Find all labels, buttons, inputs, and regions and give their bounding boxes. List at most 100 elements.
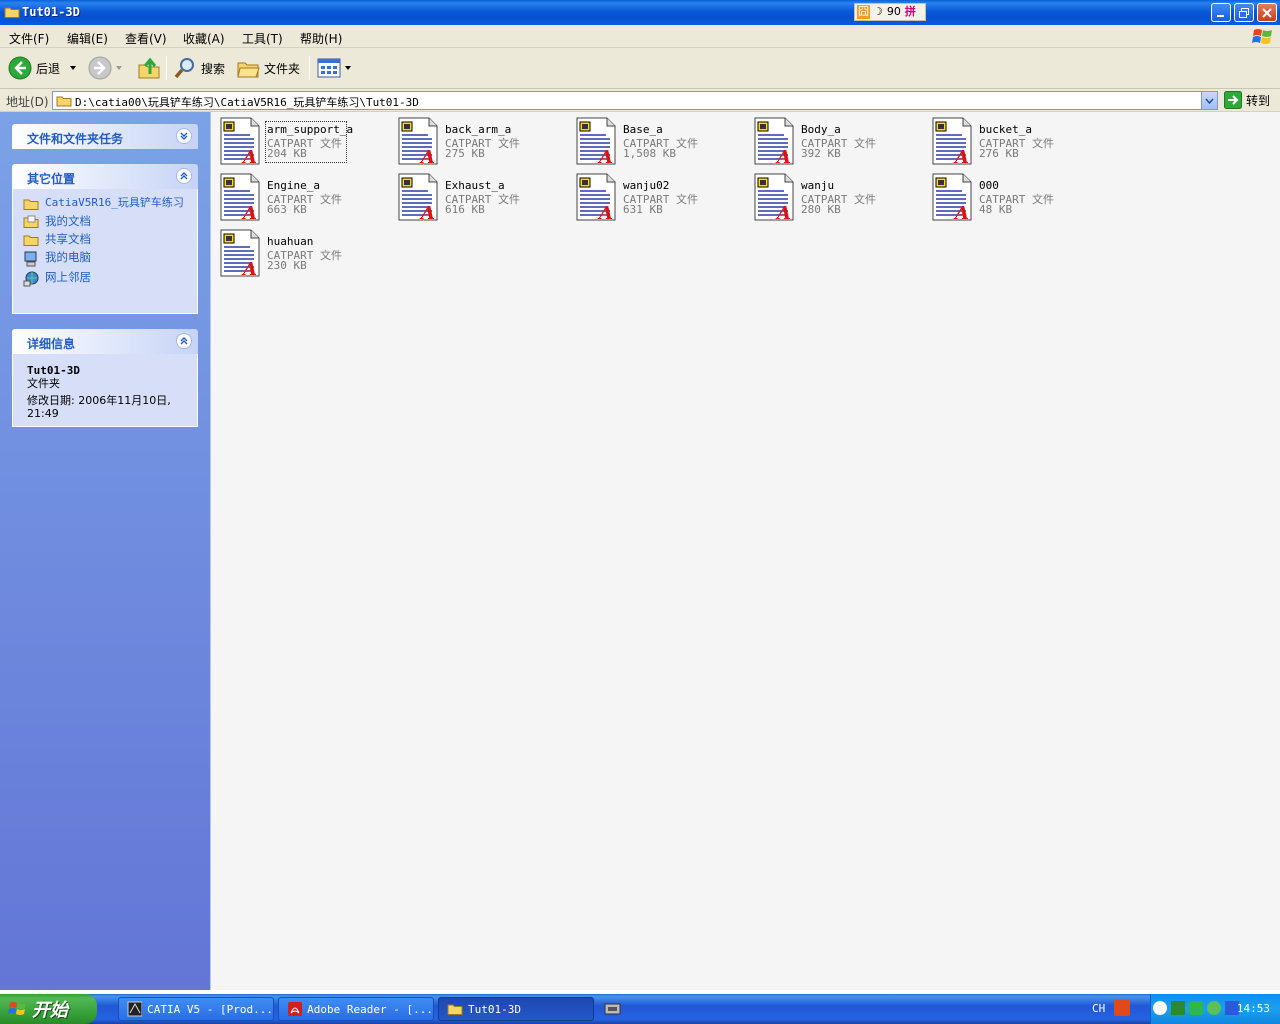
go-button[interactable]: 转到	[1224, 91, 1270, 109]
address-bar: 地址(D) D:\catia00\玩具铲车练习\CatiaV5R16_玩具铲车练…	[0, 89, 1280, 112]
restore-button[interactable]	[1234, 3, 1254, 22]
other-places-panel: 其它位置 CatiaV5R16_玩具铲车练习 我的文档 共享文档 我的电脑 网上…	[12, 164, 198, 314]
details-header[interactable]: 详细信息	[12, 329, 198, 354]
tray-messenger-icon[interactable]	[1207, 1001, 1221, 1015]
file-item[interactable]: Aarm_support_a CATPART 文件 204 KB	[219, 117, 389, 169]
up-folder-button[interactable]	[137, 54, 161, 82]
toolbar-separator	[166, 56, 167, 80]
file-list-view[interactable]: Aarm_support_a CATPART 文件 204 KB Aback_arm_…	[210, 112, 1280, 990]
input-language-indicator[interactable]: CH	[1092, 1002, 1105, 1015]
svg-text:A: A	[775, 147, 791, 165]
quick-launch-icon[interactable]	[604, 1001, 622, 1020]
file-tasks-header[interactable]: 文件和文件夹任务	[12, 124, 198, 149]
file-item[interactable]: Aback_arm_a CATPART 文件 275 KB	[397, 117, 567, 169]
close-button[interactable]	[1257, 3, 1277, 22]
ime-width-icon[interactable]: ☽	[872, 5, 884, 19]
file-size: 230 KB	[267, 259, 307, 272]
ime-mode-icon[interactable]: 囧	[857, 5, 870, 19]
views-button[interactable]	[317, 54, 351, 82]
catpart-file-icon: A	[397, 173, 439, 224]
taskbar-item-label: Adobe Reader - [...	[307, 1002, 433, 1016]
start-button[interactable]: 开始	[0, 994, 97, 1024]
taskbar-item-catia[interactable]: CATIA V5 - [Prod...	[118, 997, 274, 1021]
details-title: 详细信息	[27, 337, 76, 351]
my-documents-icon	[23, 215, 39, 228]
svg-text:A: A	[241, 203, 257, 221]
file-item[interactable]: A Base_a CATPART 文件 1,508 KB	[575, 117, 745, 169]
address-dropdown-button[interactable]	[1201, 92, 1217, 109]
file-item[interactable]: Ahuahuan CATPART 文件 230 KB	[219, 229, 389, 281]
windows-flag-icon	[8, 1002, 26, 1015]
file-item[interactable]: A Body_a CATPART 文件 392 KB	[753, 117, 923, 169]
ime-pinyin-icon[interactable]: 拼	[904, 5, 917, 19]
details-body: Tut01-3D 文件夹 修改日期: 2006年11月10日, 21:49	[12, 354, 198, 427]
menu-view[interactable]: 查看(V)	[125, 30, 167, 47]
folder-icon	[447, 1004, 463, 1015]
ime-status-bar[interactable]: 囧 ☽ 90 拼	[854, 3, 926, 21]
place-label: CatiaV5R16_玩具铲车练习	[45, 196, 184, 209]
views-dropdown-icon[interactable]	[345, 66, 351, 70]
file-item[interactable]: Awanju02 CATPART 文件 631 KB	[575, 173, 745, 225]
catpart-file-icon: A	[575, 173, 617, 224]
tray-security-icon[interactable]	[1189, 1001, 1203, 1015]
collapse-icon[interactable]	[176, 333, 192, 349]
shared-folder-icon	[23, 235, 39, 246]
file-item[interactable]: Abucket_a CATPART 文件 276 KB	[931, 117, 1101, 169]
start-label: 开始	[32, 1000, 68, 1021]
svg-text:A: A	[597, 203, 613, 221]
catpart-file-icon: A	[219, 117, 261, 168]
forward-dropdown-icon[interactable]	[116, 66, 122, 70]
title-bar[interactable]: Tut01-3D 囧 ☽ 90 拼	[0, 0, 1280, 25]
place-label: 我的文档	[45, 214, 91, 228]
file-item[interactable]: Awanju CATPART 文件 280 KB	[753, 173, 923, 225]
system-tray: 14:53	[1150, 994, 1280, 1024]
forward-button[interactable]	[88, 54, 122, 82]
back-button[interactable]: 后退	[8, 54, 77, 82]
svg-text:A: A	[775, 203, 791, 221]
folders-button[interactable]: 文件夹	[236, 54, 300, 82]
menu-file[interactable]: 文件(F)	[9, 30, 49, 47]
ime-punct-icon[interactable]: 90	[886, 5, 902, 19]
minimize-button[interactable]	[1211, 3, 1231, 22]
tray-network-icon[interactable]	[1171, 1001, 1185, 1015]
address-field[interactable]: D:\catia00\玩具铲车练习\CatiaV5R16_玩具铲车练习\Tut0…	[52, 91, 1218, 110]
menu-favorites[interactable]: 收藏(A)	[183, 30, 225, 47]
taskbar-item-explorer[interactable]: Tut01-3D	[438, 997, 594, 1021]
place-link-my-computer[interactable]: 我的电脑	[23, 251, 187, 267]
chevron-down-icon	[1205, 98, 1214, 104]
search-label: 搜索	[201, 61, 226, 76]
ime-tray-icon[interactable]	[1114, 1000, 1130, 1016]
file-item[interactable]: A Exhaust_a CATPART 文件 616 KB	[397, 173, 567, 225]
details-panel: 详细信息 Tut01-3D 文件夹 修改日期: 2006年11月10日, 21:…	[12, 329, 198, 427]
toolbar-separator	[309, 56, 310, 80]
place-link-my-documents[interactable]: 我的文档	[23, 215, 187, 229]
go-arrow-icon	[1224, 91, 1242, 109]
file-size: 280 KB	[801, 203, 841, 216]
taskbar-item-adobe-reader[interactable]: Adobe Reader - [...	[278, 997, 434, 1021]
file-item[interactable]: A 000 CATPART 文件 48 KB	[931, 173, 1101, 225]
other-places-header[interactable]: 其它位置	[12, 164, 198, 189]
place-link-shared-documents[interactable]: 共享文档	[23, 233, 187, 247]
catpart-file-icon: A	[575, 117, 617, 168]
collapse-icon[interactable]	[176, 168, 192, 184]
details-name: Tut01-3D	[27, 364, 80, 377]
menu-help[interactable]: 帮助(H)	[300, 30, 342, 47]
svg-text:A: A	[241, 147, 257, 165]
expand-icon[interactable]	[176, 128, 192, 144]
search-button[interactable]: 搜索	[173, 54, 225, 82]
search-icon	[174, 58, 194, 79]
place-label: 网上邻居	[45, 270, 91, 284]
place-link-network-places[interactable]: 网上邻居	[23, 271, 187, 287]
folders-label: 文件夹	[264, 61, 301, 76]
menu-edit[interactable]: 编辑(E)	[67, 30, 108, 47]
file-tasks-panel: 文件和文件夹任务	[12, 124, 198, 149]
place-label: 共享文档	[45, 232, 91, 246]
folders-icon	[237, 62, 260, 78]
place-link-parent-folder[interactable]: CatiaV5R16_玩具铲车练习	[23, 197, 187, 211]
menu-tools[interactable]: 工具(T)	[242, 30, 283, 47]
file-size: 392 KB	[801, 147, 841, 160]
file-tasks-title: 文件和文件夹任务	[27, 132, 124, 146]
file-item[interactable]: A Engine_a CATPART 文件 663 KB	[219, 173, 389, 225]
tray-expand-icon[interactable]	[1153, 1001, 1167, 1015]
back-dropdown-icon[interactable]	[70, 66, 77, 70]
